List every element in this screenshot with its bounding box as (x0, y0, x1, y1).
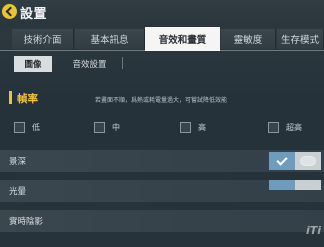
setting-label: 光暈 (9, 187, 27, 197)
depth-of-field-toggle[interactable] (269, 152, 321, 170)
subtab-graphics[interactable]: 圖像 (14, 56, 52, 72)
check-icon[interactable] (269, 152, 295, 170)
frame-rate-option-ultra[interactable]: 超高 (268, 120, 302, 134)
checkbox-icon[interactable] (94, 121, 105, 133)
back-arrow-icon[interactable] (2, 4, 17, 19)
toggle-on-indicator[interactable] (269, 180, 295, 190)
frame-rate-option-low[interactable]: 低 (14, 120, 40, 134)
setting-row-realtime-shadows: 實時陰影 (0, 210, 324, 232)
option-label: 低 (32, 122, 40, 132)
checkbox-icon[interactable] (180, 121, 191, 133)
setting-row-depth-of-field: 景深 (0, 150, 324, 172)
toggle-off-icon[interactable] (295, 152, 321, 170)
bloom-toggle[interactable] (269, 180, 321, 190)
section-accent-bar (9, 91, 12, 104)
tab-technical-ui[interactable]: 技術介面 (12, 29, 74, 49)
option-label: 超高 (286, 122, 302, 132)
tab-survival-mode[interactable]: 生存模式 (277, 29, 324, 49)
setting-label: 實時陰影 (9, 217, 44, 227)
frame-rate-note: 若畫面不順，爲熱或耗電量過大，可嘗試降低效能 (95, 97, 228, 104)
frame-rate-title: 幀率 (17, 93, 38, 105)
subtab-audio-settings[interactable]: 音效設置 (62, 56, 117, 72)
option-label: 高 (198, 122, 206, 132)
tab-sensitivity[interactable]: 靈敏度 (221, 29, 276, 49)
option-label: 中 (112, 122, 120, 132)
frame-rate-option-high[interactable]: 高 (180, 120, 206, 134)
subtab-divider (122, 57, 123, 69)
setting-row-bloom: 光暈 (0, 180, 324, 202)
settings-tabs: 技術介面 基本訊息 音效和畫質 靈敏度 生存模式 (0, 27, 324, 51)
watermark-logo: iTi (305, 224, 321, 237)
tabs-divider (0, 50, 324, 51)
frame-rate-option-medium[interactable]: 中 (94, 120, 120, 134)
sub-tabs: 圖像 音效設置 (0, 54, 324, 74)
setting-label: 景深 (9, 157, 27, 167)
checkbox-icon[interactable] (268, 121, 279, 133)
page-title: 設置 (20, 7, 48, 22)
top-header: 設置 (0, 0, 324, 27)
tab-basic-info[interactable]: 基本訊息 (75, 29, 145, 49)
checkbox-icon[interactable] (14, 121, 25, 133)
tab-audio-graphics[interactable]: 音效和畫質 (145, 27, 220, 51)
